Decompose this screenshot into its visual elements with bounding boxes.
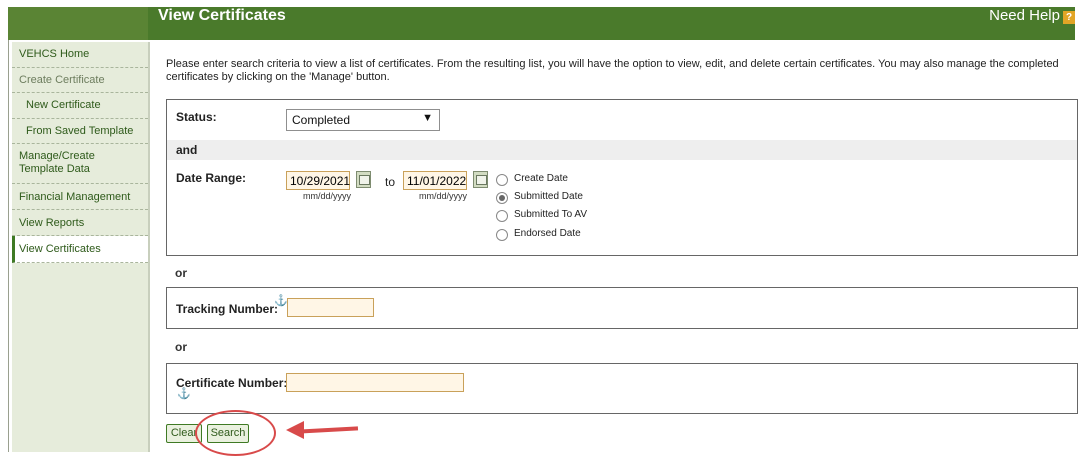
sidebar-item-financial-management[interactable]: Financial Management [12, 184, 148, 210]
date-from-hint: mm/dd/yyyy [303, 191, 352, 201]
radio-submitted-to-av[interactable] [496, 210, 508, 222]
sidebar-item-view-certificates[interactable]: View Certificates [12, 236, 148, 263]
page-title: View Certificates [158, 7, 286, 24]
or-label: or [175, 266, 187, 280]
date-to-input[interactable]: 11/01/2022 [403, 171, 467, 190]
header-left-cap [8, 7, 148, 40]
date-from-value: 10/29/2021 [290, 174, 351, 188]
sidebar-item-vehcs-home[interactable]: VEHCS Home [12, 42, 148, 68]
annotation-arrow-head [286, 421, 304, 439]
main-content: Please enter search criteria to view a l… [166, 42, 1080, 452]
date-to-value: 11/01/2022 [407, 174, 467, 188]
intro-text: Please enter search criteria to view a l… [166, 58, 1059, 83]
sidebar-item-view-reports[interactable]: View Reports [12, 210, 148, 236]
certificate-label: Certificate Number: [176, 376, 288, 390]
sidebar-item-label: Manage/Create Template Data [19, 150, 95, 175]
sidebar-item-label: Financial Management [19, 191, 131, 203]
or-label: or [175, 340, 187, 354]
tracking-label: Tracking Number: [176, 302, 279, 316]
sidebar-item-create-certificate[interactable]: Create Certificate [12, 68, 148, 93]
and-bar [167, 140, 1077, 160]
highlight-circle [195, 410, 276, 456]
certificate-number-input[interactable] [286, 373, 464, 392]
need-help-link[interactable]: Need Help [989, 7, 1060, 24]
radio-create-date[interactable] [496, 174, 508, 186]
info-icon: ⚓ [274, 295, 288, 307]
sidebar-item-from-saved-template[interactable]: From Saved Template [12, 119, 148, 144]
date-from-input[interactable]: 10/29/2021 [286, 171, 350, 190]
help-icon[interactable]: ? [1063, 11, 1075, 24]
info-icon: ⚓ [177, 388, 191, 400]
radio-submitted-to-av-label: Submitted To AV [514, 209, 588, 220]
sidebar-item-label: From Saved Template [26, 125, 134, 137]
radio-endorsed-date[interactable] [496, 229, 508, 241]
status-select-value: Completed [292, 113, 351, 127]
and-label: and [176, 143, 198, 157]
tracking-number-input[interactable] [287, 298, 374, 317]
calendar-icon[interactable] [473, 171, 488, 188]
sidebar-item-label: Create Certificate [19, 74, 105, 86]
status-select[interactable]: Completed ▼ [286, 109, 440, 131]
sidebar-item-manage-template-data[interactable]: Manage/Create Template Data [12, 144, 148, 184]
sidebar-item-label: View Reports [19, 217, 85, 229]
sidebar-item-label: VEHCS Home [19, 48, 90, 60]
radio-submitted-date-label: Submitted Date [514, 191, 583, 202]
sidebar-item-label: View Certificates [19, 243, 101, 255]
radio-endorsed-date-label: Endorsed Date [514, 228, 581, 239]
sidebar-item-new-certificate[interactable]: New Certificate [12, 93, 148, 119]
date-range-label: Date Range: [176, 171, 247, 185]
calendar-icon[interactable] [356, 171, 371, 188]
date-to-hint: mm/dd/yyyy [419, 191, 468, 201]
sidebar: VEHCS Home Create Certificate New Certif… [12, 42, 150, 452]
radio-submitted-date[interactable] [496, 192, 508, 204]
sidebar-item-label: New Certificate [26, 99, 101, 111]
status-label: Status: [176, 110, 217, 124]
date-to-label: to [385, 175, 396, 189]
chevron-down-icon: ▼ [422, 112, 433, 124]
radio-create-date-label: Create Date [514, 173, 568, 184]
